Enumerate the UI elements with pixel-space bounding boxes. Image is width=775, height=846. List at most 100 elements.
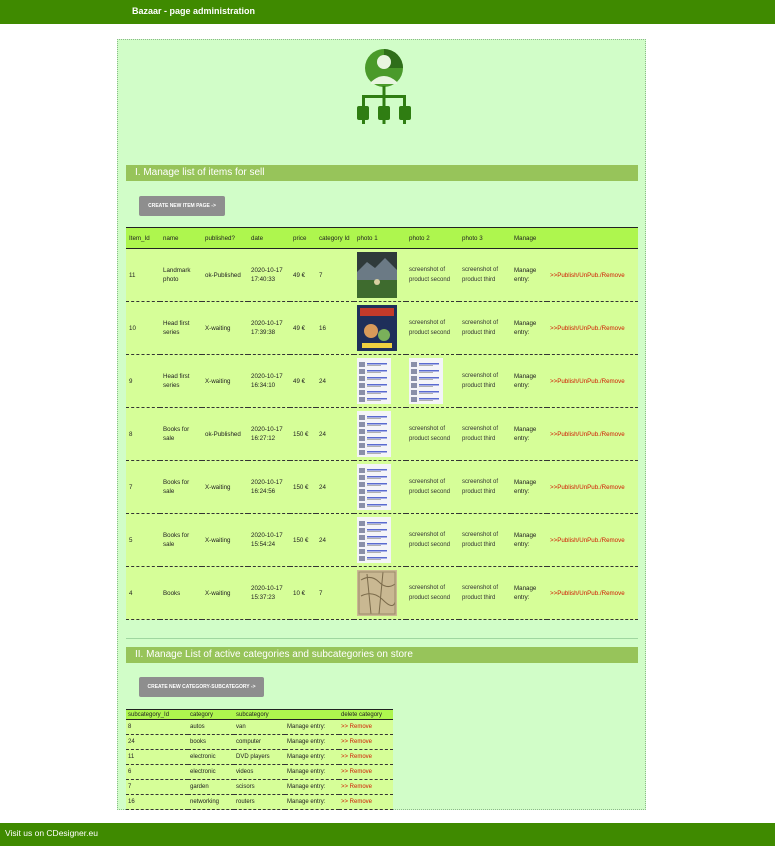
item-name: Books for sale (160, 460, 202, 514)
listing-screenshot-thumbnail[interactable] (409, 358, 443, 404)
column-header: Manage (511, 227, 547, 249)
item-price: 150 € (290, 407, 316, 461)
listing-screenshot-thumbnail[interactable] (357, 411, 391, 457)
page-title: Bazaar - page administration (132, 6, 256, 16)
table-row: 7 Books for sale X-waiting 2020-10-17 16:24… (126, 460, 638, 514)
listing-screenshot-thumbnail[interactable] (357, 517, 391, 563)
publish-unpublish-remove-link[interactable]: >>Publish/UnPub./Remove (547, 301, 638, 355)
column-header: photo 2 (406, 227, 459, 249)
categories-header-row: subcategory_Id category subcategory dele… (126, 709, 393, 720)
section-divider (126, 638, 638, 639)
remove-category-link[interactable]: >> Remove (339, 764, 393, 780)
item-name: Head first series (160, 354, 202, 408)
item-published: X-waiting (202, 566, 248, 620)
top-bar: Bazaar - page administration (0, 0, 775, 24)
publish-unpublish-remove-link[interactable]: >>Publish/UnPub./Remove (547, 407, 638, 461)
table-row: 4 Books X-waiting 2020-10-17 15:37:23 10 €7 s… (126, 566, 638, 620)
item-id: 5 (126, 513, 160, 567)
item-id: 7 (126, 460, 160, 514)
table-row: 8 Books for sale ok-Published 2020-10-17 16… (126, 407, 638, 461)
publish-unpublish-remove-link[interactable]: >>Publish/UnPub./Remove (547, 460, 638, 514)
category-name: electronic (188, 764, 234, 780)
item-published: X-waiting (202, 301, 248, 355)
item-category: 24 (316, 460, 354, 514)
category-name: garden (188, 779, 234, 795)
item-photo-2: screenshot of product second (406, 566, 459, 620)
broken-image-alt: screenshot of product second (409, 532, 451, 548)
remove-category-link[interactable]: >> Remove (339, 749, 393, 765)
table-row: 11 electronic DVD players Manage entry: >> R… (126, 749, 393, 765)
broken-image-alt: screenshot of product third (462, 320, 499, 336)
subcategory-id: 24 (126, 734, 188, 750)
item-manage-label: Manage entry: (511, 566, 547, 620)
table-row: 8 autos van Manage entry: >> Remove (126, 719, 393, 735)
item-date: 2020-10-17 17:40:33 (248, 248, 290, 302)
subcategory-id: 7 (126, 779, 188, 795)
subcategory-name: computer (234, 734, 285, 750)
item-price: 49 € (290, 354, 316, 408)
item-price: 49 € (290, 301, 316, 355)
column-header (547, 227, 638, 249)
item-photo-2: screenshot of product second (406, 248, 459, 302)
publish-unpublish-remove-link[interactable]: >>Publish/UnPub./Remove (547, 566, 638, 620)
table-row: 16 networking routers Manage entry: >> Remov… (126, 794, 393, 810)
remove-category-link[interactable]: >> Remove (339, 794, 393, 810)
item-photo-1 (354, 460, 406, 514)
publish-unpublish-remove-link[interactable]: >>Publish/UnPub./Remove (547, 248, 638, 302)
book-cover-thumbnail[interactable] (357, 305, 397, 351)
broken-image-alt: screenshot of product third (462, 267, 499, 283)
table-row: 24 books computer Manage entry: >> Remove (126, 734, 393, 750)
category-name: autos (188, 719, 234, 735)
item-manage-label: Manage entry: (511, 407, 547, 461)
remove-category-link[interactable]: >> Remove (339, 734, 393, 750)
subcategory-name: DVD players (234, 749, 285, 765)
listing-screenshot-thumbnail[interactable] (357, 464, 391, 510)
item-published: X-waiting (202, 354, 248, 408)
item-price: 150 € (290, 513, 316, 567)
items-header-row: Item_Id name published? date price categ… (126, 227, 638, 249)
item-photo-2: screenshot of product second (406, 301, 459, 355)
item-id: 9 (126, 354, 160, 408)
publish-unpublish-remove-link[interactable]: >>Publish/UnPub./Remove (547, 354, 638, 408)
broken-image-alt: screenshot of product third (462, 585, 499, 601)
footer-link[interactable]: Visit us on CDesigner.eu (5, 828, 98, 838)
column-header: photo 1 (354, 227, 406, 249)
broken-image-alt: screenshot of product second (409, 267, 451, 283)
item-category: 24 (316, 513, 354, 567)
category-name: electronic (188, 749, 234, 765)
column-header: name (160, 227, 202, 249)
subcategory-id: 16 (126, 794, 188, 810)
item-date: 2020-10-17 17:39:38 (248, 301, 290, 355)
publish-unpublish-remove-link[interactable]: >>Publish/UnPub./Remove (547, 513, 638, 567)
item-photo-3: screenshot of product third (459, 354, 511, 408)
category-manage-label: Manage entry: (285, 734, 339, 750)
category-manage-label: Manage entry: (285, 719, 339, 735)
item-photo-1 (354, 248, 406, 302)
item-category: 7 (316, 248, 354, 302)
item-manage-label: Manage entry: (511, 248, 547, 302)
item-photo-1 (354, 566, 406, 620)
listing-screenshot-thumbnail[interactable] (357, 358, 391, 404)
broken-image-alt: screenshot of product third (462, 426, 499, 442)
item-manage-label: Manage entry: (511, 301, 547, 355)
subcategory-id: 8 (126, 719, 188, 735)
subcategory-id: 11 (126, 749, 188, 765)
remove-category-link[interactable]: >> Remove (339, 779, 393, 795)
section-items-title: I. Manage list of items for sell (126, 165, 638, 181)
item-photo-1 (354, 407, 406, 461)
item-photo-3: screenshot of product third (459, 301, 511, 355)
item-published: ok-Published (202, 248, 248, 302)
create-new-category-button[interactable]: create new category-subcategory -> (139, 677, 264, 697)
column-header: subcategory_Id (126, 709, 188, 720)
map-photo-thumbnail[interactable] (357, 570, 397, 616)
create-new-item-page-button[interactable]: create new item page -> (139, 196, 225, 216)
column-header: subcategory (234, 709, 285, 720)
landscape-photo-thumbnail[interactable] (357, 252, 397, 298)
column-header: Item_Id (126, 227, 160, 249)
table-row: 11 Landmark photo ok-Published 2020-10-17 1… (126, 248, 638, 302)
item-category: 24 (316, 407, 354, 461)
remove-category-link[interactable]: >> Remove (339, 719, 393, 735)
item-photo-3: screenshot of product third (459, 566, 511, 620)
subcategory-name: videos (234, 764, 285, 780)
item-id: 8 (126, 407, 160, 461)
